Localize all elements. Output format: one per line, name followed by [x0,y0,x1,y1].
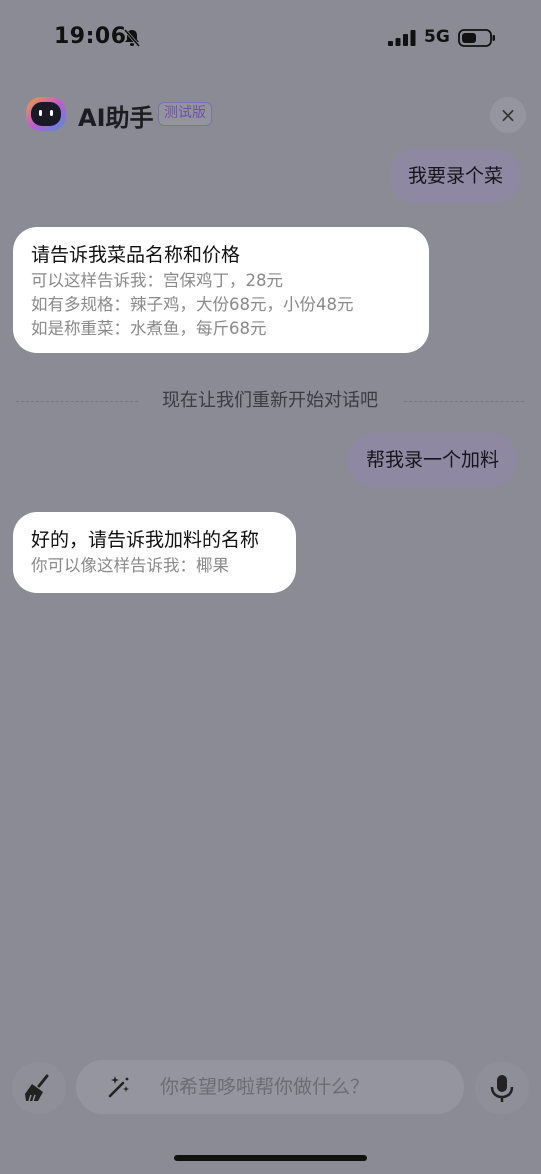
chat-input[interactable]: 你希望哆啦帮你做什么？ [76,1060,464,1114]
assistant-message-line: 如是称重菜：水煮鱼，每斤68元 [31,319,267,338]
home-indicator[interactable] [174,1155,367,1161]
signal-icon [388,30,416,46]
divider-line-left [16,401,138,402]
status-time: 19:06 [54,24,127,49]
divider-text: 现在让我们重新开始对话吧 [162,390,378,411]
assistant-message-line: 如有多规格：辣子鸡，大份68元，小份48元 [31,295,354,314]
conversation-divider: 现在让我们重新开始对话吧 [16,388,524,414]
magic-wand-icon[interactable] [106,1074,132,1100]
battery-icon [458,29,495,47]
assistant-message-line: 你可以像这样告诉我：椰果 [31,556,229,575]
robot-logo-icon [26,97,66,131]
user-message: 帮我录一个加料 [348,433,518,487]
assistant-message: 请告诉我菜品名称和价格 可以这样告诉我：宫保鸡丁，28元 如有多规格：辣子鸡，大… [13,227,429,353]
divider-line-right [404,401,524,402]
assistant-message-title: 请告诉我菜品名称和价格 [31,244,241,266]
page-title: AI助手 [78,104,154,132]
clear-chat-button[interactable] [12,1062,66,1114]
assistant-message: 好的，请告诉我加料的名称 你可以像这样告诉我：椰果 [13,512,296,593]
user-message: 我要录个菜 [390,149,522,203]
input-placeholder: 你希望哆啦帮你做什么？ [160,1076,370,1098]
close-button[interactable]: × [490,97,526,133]
assistant-message-title: 好的，请告诉我加料的名称 [31,529,260,551]
voice-input-button[interactable] [475,1062,529,1114]
app-screen: 19:06 5G AI助手 测试版 × 我要录个菜 请告诉我菜品名称和价格 可以… [0,0,541,1174]
network-type: 5G [424,27,450,47]
broom-icon [25,1074,49,1102]
microphone-icon [490,1075,514,1102]
bell-slash-icon [123,29,141,47]
beta-badge: 测试版 [158,102,212,126]
assistant-message-line: 可以这样告诉我：宫保鸡丁，28元 [31,271,283,290]
